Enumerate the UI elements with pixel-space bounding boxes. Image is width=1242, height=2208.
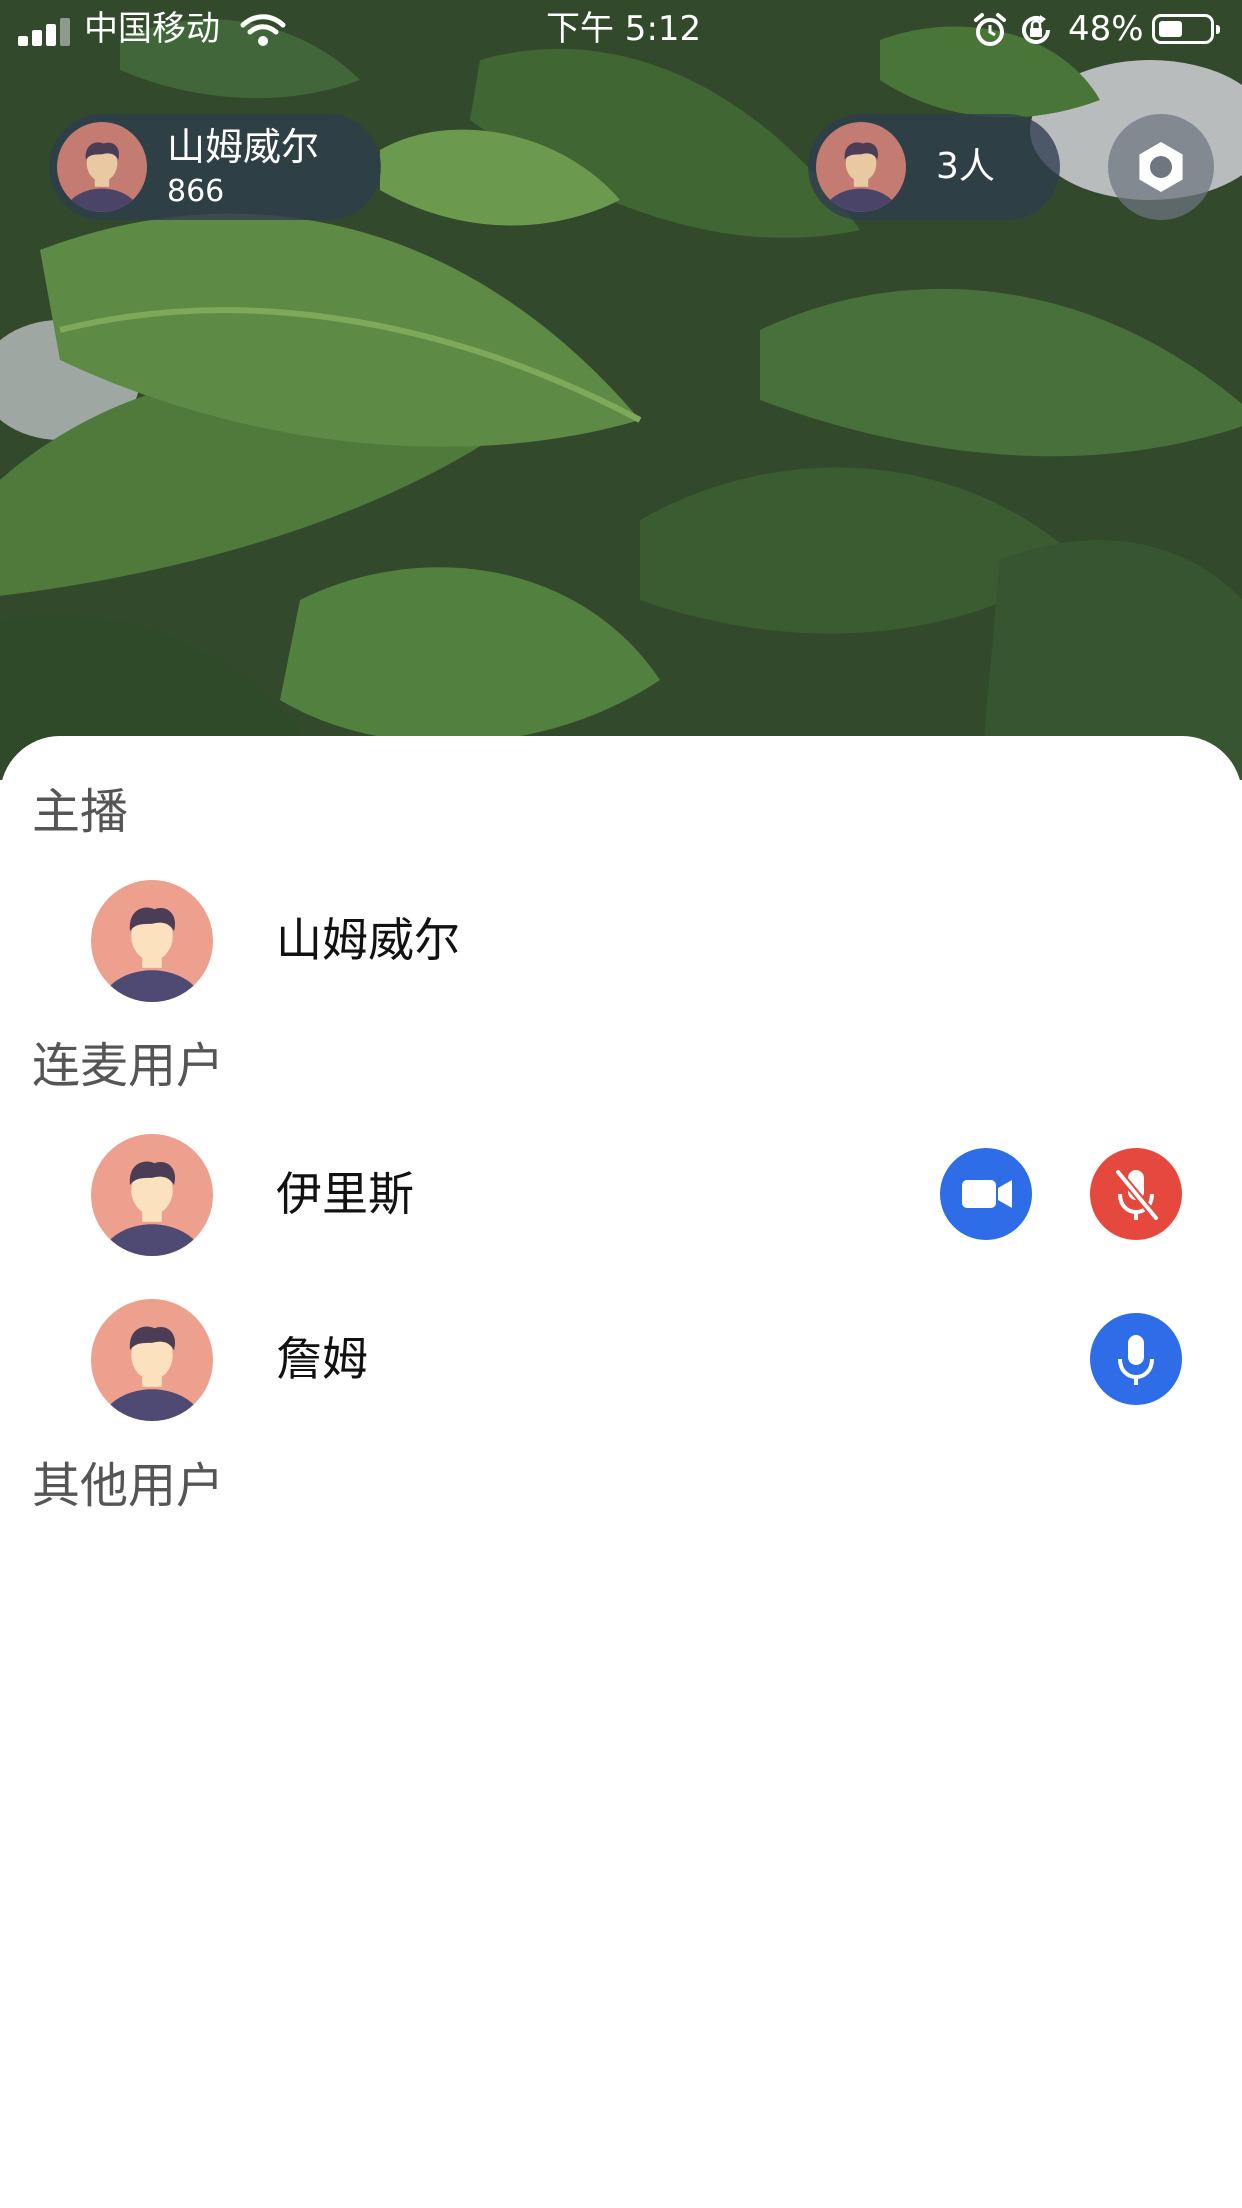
battery-icon bbox=[1152, 14, 1220, 44]
viewer-count: 3人 bbox=[936, 146, 995, 187]
mic-user-row: 伊里斯 bbox=[0, 1132, 1242, 1256]
alarm-icon bbox=[974, 13, 1006, 46]
avatar bbox=[91, 1299, 213, 1421]
host-row: 山姆威尔 bbox=[0, 878, 1242, 1002]
mic-muted-icon bbox=[1114, 1169, 1160, 1221]
mic-icon bbox=[1118, 1335, 1154, 1385]
time-label: 下午 5:12 bbox=[546, 9, 702, 49]
user-list-sheet: 主播 山姆威尔 连麦用户 伊里斯 詹姆 其他用户 bbox=[0, 736, 1242, 2208]
user-name: 詹姆 bbox=[276, 1332, 368, 1386]
host-info-pill[interactable]: 山姆威尔 866 bbox=[49, 114, 381, 220]
battery-percent-label: 48% bbox=[1068, 9, 1144, 49]
host-count: 866 bbox=[167, 174, 225, 209]
carrier-label: 中国移动 bbox=[84, 9, 220, 49]
camera-toggle-button[interactable] bbox=[940, 1148, 1032, 1240]
host-name: 山姆威尔 bbox=[167, 125, 320, 169]
mic-muted-toggle-button[interactable] bbox=[1090, 1148, 1182, 1240]
status-bar: 中国移动 下午 5:12 48% bbox=[0, 0, 1242, 60]
settings-button[interactable] bbox=[1108, 114, 1214, 220]
host-avatar bbox=[57, 122, 147, 212]
mic-toggle-button[interactable] bbox=[1090, 1313, 1182, 1405]
wifi-icon bbox=[240, 14, 286, 46]
section-title-other-users: 其他用户 bbox=[32, 1458, 225, 1514]
mic-user-row: 詹姆 bbox=[0, 1297, 1242, 1421]
avatar bbox=[91, 880, 213, 1002]
section-title-host: 主播 bbox=[32, 784, 129, 840]
section-title-mic-users: 连麦用户 bbox=[32, 1038, 225, 1094]
settings-gear-icon bbox=[1139, 142, 1183, 192]
viewer-avatar bbox=[816, 122, 906, 212]
viewers-pill[interactable]: 3人 bbox=[808, 114, 1060, 220]
orientation-lock-icon bbox=[1022, 15, 1050, 44]
camera-icon bbox=[962, 1180, 1012, 1208]
signal-icon bbox=[18, 16, 72, 46]
avatar bbox=[91, 1134, 213, 1256]
user-name: 山姆威尔 bbox=[276, 913, 460, 967]
user-name: 伊里斯 bbox=[276, 1167, 414, 1221]
